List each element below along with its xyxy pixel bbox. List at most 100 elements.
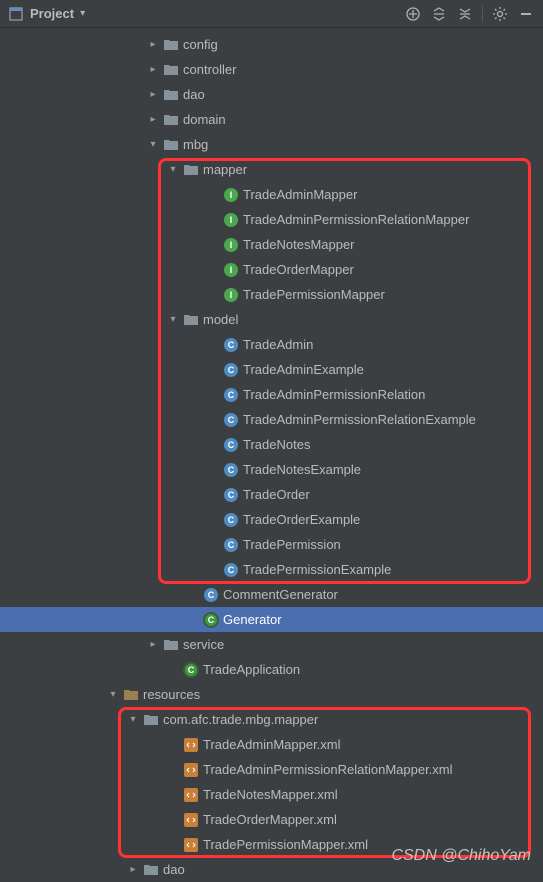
chevron-down-icon: ▾: [165, 314, 181, 325]
tree-item-xml-file[interactable]: ▸TradeAdminMapper.xml: [0, 732, 543, 757]
tree-item-model-class[interactable]: ▸CTradeAdminPermissionRelation: [0, 382, 543, 407]
tree-item-model[interactable]: ▾ model: [0, 307, 543, 332]
tree-label: TradePermissionMapper.xml: [201, 837, 368, 852]
folder-icon: [161, 39, 181, 51]
resources-folder-icon: [121, 689, 141, 701]
toolbar-left: Project ▾: [8, 6, 85, 22]
tree-label: resources: [141, 687, 200, 702]
tree-item-controller[interactable]: ▸ controller: [0, 57, 543, 82]
tree-item-model-class[interactable]: ▸CTradePermissionExample: [0, 557, 543, 582]
tree-label: TradeAdminMapper: [241, 187, 357, 202]
interface-icon: I: [221, 263, 241, 277]
tree-label: TradeNotesMapper: [241, 237, 355, 252]
interface-icon: I: [221, 213, 241, 227]
tree-item-model-class[interactable]: ▸CTradeAdmin: [0, 332, 543, 357]
toolbar-right: [404, 5, 535, 23]
tree-label: TradeOrderMapper.xml: [201, 812, 337, 827]
collapse-all-icon[interactable]: [456, 5, 474, 23]
xml-file-icon: [181, 813, 201, 827]
toolbar-title: Project: [30, 6, 74, 21]
scroll-from-source-icon[interactable]: [404, 5, 422, 23]
settings-icon[interactable]: [491, 5, 509, 23]
tree-label: TradeAdminPermissionRelationMapper.xml: [201, 762, 453, 777]
tree-label: TradeNotes: [241, 437, 310, 452]
folder-icon: [141, 714, 161, 726]
chevron-down-icon: ▾: [165, 164, 181, 175]
xml-file-icon: [181, 738, 201, 752]
project-tree: ▸ config ▸ controller ▸ dao ▸ domain ▾ m…: [0, 28, 543, 882]
tree-item-mapper-file[interactable]: ▸ I TradeOrderMapper: [0, 257, 543, 282]
tree-label: mbg: [181, 137, 208, 152]
chevron-down-icon: ▾: [125, 714, 141, 725]
toolbar: Project ▾: [0, 0, 543, 28]
folder-icon: [161, 114, 181, 126]
tree-label: TradePermission: [241, 537, 341, 552]
folder-icon: [181, 314, 201, 326]
tree-item-mbg-mapper-pkg[interactable]: ▾ com.afc.trade.mbg.mapper: [0, 707, 543, 732]
tree-item-service[interactable]: ▸ service: [0, 632, 543, 657]
tree-item-dao2[interactable]: ▸ dao: [0, 857, 543, 882]
tree-item-model-class[interactable]: ▸CTradeNotes: [0, 432, 543, 457]
tree-label: TradeAdminPermissionRelationMapper: [241, 212, 469, 227]
tree-item-model-class[interactable]: ▸CTradeAdminPermissionRelationExample: [0, 407, 543, 432]
tree-item-model-class[interactable]: ▸CTradeOrderExample: [0, 507, 543, 532]
tree-label: com.afc.trade.mbg.mapper: [161, 712, 318, 727]
tree-item-mapper[interactable]: ▾ mapper: [0, 157, 543, 182]
tree-label: controller: [181, 62, 236, 77]
tree-item-config[interactable]: ▸ config: [0, 32, 543, 57]
xml-file-icon: [181, 838, 201, 852]
dropdown-arrow-icon[interactable]: ▾: [80, 8, 85, 19]
interface-icon: I: [221, 188, 241, 202]
class-icon: C: [221, 413, 241, 427]
tree-item-model-class[interactable]: ▸CTradeNotesExample: [0, 457, 543, 482]
tree-item-mapper-file[interactable]: ▸ I TradeAdminMapper: [0, 182, 543, 207]
tree-item-mapper-file[interactable]: ▸ I TradeAdminPermissionRelationMapper: [0, 207, 543, 232]
tree-item-comment-generator[interactable]: ▸ C CommentGenerator: [0, 582, 543, 607]
tree-item-xml-file[interactable]: ▸TradeAdminPermissionRelationMapper.xml: [0, 757, 543, 782]
tree-item-trade-application[interactable]: ▸ C TradeApplication: [0, 657, 543, 682]
tree-label: Generator: [221, 612, 282, 627]
class-icon: C: [221, 513, 241, 527]
tree-label: domain: [181, 112, 226, 127]
class-icon: C: [221, 363, 241, 377]
tree-item-xml-file[interactable]: ▸TradeNotesMapper.xml: [0, 782, 543, 807]
tree-item-model-class[interactable]: ▸CTradePermission: [0, 532, 543, 557]
folder-icon: [161, 139, 181, 151]
tree-item-generator[interactable]: ▸ C Generator: [0, 607, 543, 632]
tree-label: TradeAdminPermissionRelationExample: [241, 412, 476, 427]
project-icon: [8, 6, 24, 22]
tree-label: TradeAdminExample: [241, 362, 364, 377]
tree-item-mapper-file[interactable]: ▸ I TradeNotesMapper: [0, 232, 543, 257]
class-icon: C: [221, 463, 241, 477]
tree-item-domain[interactable]: ▸ domain: [0, 107, 543, 132]
hide-icon[interactable]: [517, 5, 535, 23]
class-run-icon: C: [201, 612, 221, 628]
chevron-down-icon: ▾: [145, 139, 161, 150]
expand-all-icon[interactable]: [430, 5, 448, 23]
xml-file-icon: [181, 763, 201, 777]
xml-file-icon: [181, 788, 201, 802]
class-icon: C: [221, 438, 241, 452]
tree-label: TradeAdmin: [241, 337, 313, 352]
tree-item-xml-file[interactable]: ▸TradeOrderMapper.xml: [0, 807, 543, 832]
tree-item-mbg[interactable]: ▾ mbg: [0, 132, 543, 157]
tree-item-dao[interactable]: ▸ dao: [0, 82, 543, 107]
class-icon: C: [221, 388, 241, 402]
tree-label: TradeAdminMapper.xml: [201, 737, 341, 752]
tree-item-xml-file[interactable]: ▸TradePermissionMapper.xml: [0, 832, 543, 857]
interface-icon: I: [221, 288, 241, 302]
tree-label: mapper: [201, 162, 247, 177]
tree-item-model-class[interactable]: ▸CTradeAdminExample: [0, 357, 543, 382]
class-icon: C: [221, 488, 241, 502]
tree-item-mapper-file[interactable]: ▸ I TradePermissionMapper: [0, 282, 543, 307]
folder-icon: [181, 164, 201, 176]
tree-label: model: [201, 312, 238, 327]
chevron-right-icon: ▸: [145, 39, 161, 50]
folder-icon: [141, 864, 161, 876]
interface-icon: I: [221, 238, 241, 252]
tree-item-resources[interactable]: ▾ resources: [0, 682, 543, 707]
chevron-right-icon: ▸: [145, 114, 161, 125]
tree-label: TradeAdminPermissionRelation: [241, 387, 425, 402]
class-run-icon: C: [181, 662, 201, 678]
tree-item-model-class[interactable]: ▸CTradeOrder: [0, 482, 543, 507]
